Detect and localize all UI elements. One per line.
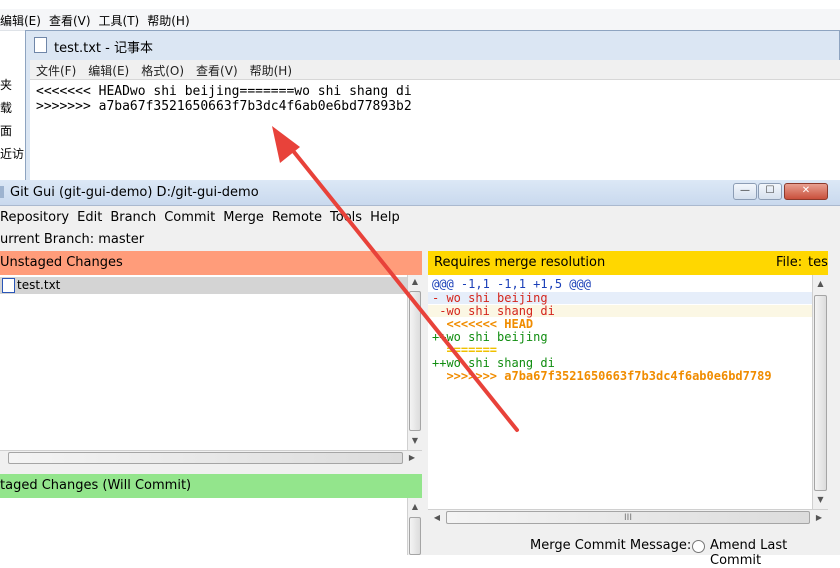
annotation-arrow [272,126,519,432]
annotation-arrow-line [284,140,519,432]
annotation-arrow-head [272,126,300,163]
